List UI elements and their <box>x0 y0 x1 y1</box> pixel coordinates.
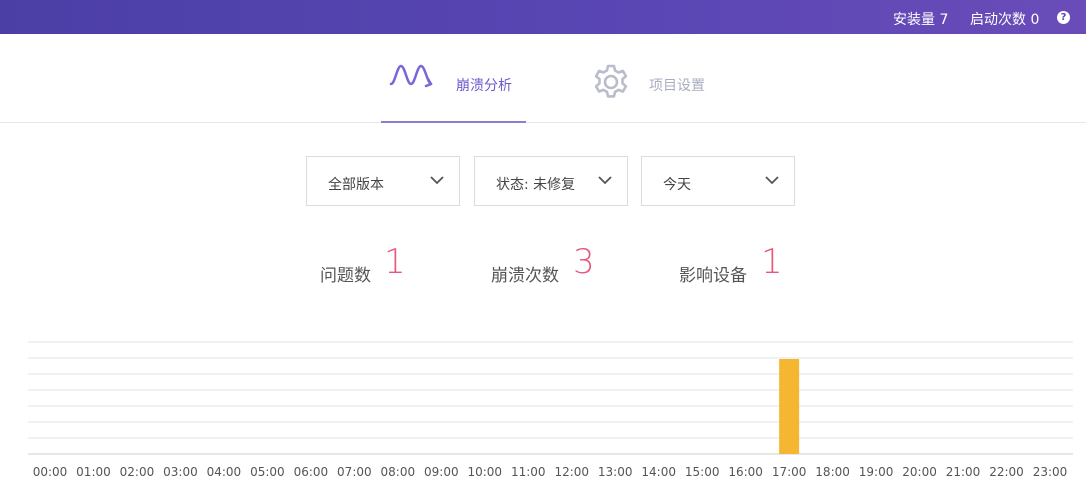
metric-label: 影响设备 <box>679 266 747 286</box>
metric-value: 1 <box>384 242 406 282</box>
x-tick-label: 12:00 <box>554 465 589 479</box>
x-tick-label: 14:00 <box>641 465 676 479</box>
x-tick-label: 04:00 <box>207 465 242 479</box>
x-tick-label: 15:00 <box>685 465 720 479</box>
x-tick-label: 17:00 <box>772 465 807 479</box>
metric-value: 3 <box>573 242 595 282</box>
tab-bar: 崩溃分析 项目设置 <box>0 34 1086 123</box>
gear-icon <box>592 63 630 105</box>
x-tick-label: 07:00 <box>337 465 372 479</box>
install-count: 安装量 7 <box>893 12 949 28</box>
version-select-value: 全部版本 <box>328 177 384 193</box>
crash-wave-icon <box>389 62 433 96</box>
metric-value: 1 <box>761 242 783 282</box>
x-tick-label: 21:00 <box>946 465 981 479</box>
chevron-down-icon <box>597 174 613 190</box>
x-tick-label: 09:00 <box>424 465 459 479</box>
x-tick-label: 16:00 <box>728 465 763 479</box>
x-tick-label: 03:00 <box>163 465 198 479</box>
period-select-value: 今天 <box>663 177 691 193</box>
help-icon[interactable]: ? <box>1057 11 1070 24</box>
metric-label: 崩溃次数 <box>491 266 559 286</box>
launch-count: 启动次数 0 <box>970 12 1040 28</box>
tab-crash-analysis[interactable]: 崩溃分析 <box>381 34 526 123</box>
x-tick-label: 20:00 <box>902 465 937 479</box>
x-tick-label: 18:00 <box>815 465 850 479</box>
crash-chart: 00:00 01:00 02:00 03:00 04:00 05:00 06:00 07:00… <box>0 330 1086 481</box>
period-select[interactable]: 今天 <box>641 156 795 206</box>
x-tick-label: 23:00 <box>1033 465 1068 479</box>
x-tick-label: 08:00 <box>381 465 416 479</box>
x-tick-label: 01:00 <box>76 465 111 479</box>
x-tick-label: 11:00 <box>511 465 546 479</box>
x-tick-label: 22:00 <box>989 465 1024 479</box>
top-bar: 安装量 7 启动次数 0 ? <box>0 0 1086 34</box>
status-select-value: 状态: 未修复 <box>496 177 576 193</box>
metric-label: 问题数 <box>320 266 371 286</box>
chevron-down-icon <box>429 174 445 190</box>
tab-label: 崩溃分析 <box>456 78 512 94</box>
x-tick-label: 19:00 <box>859 465 894 479</box>
chevron-down-icon <box>764 174 780 190</box>
tab-label: 项目设置 <box>649 78 705 94</box>
x-tick-label: 06:00 <box>294 465 329 479</box>
x-tick-label: 05:00 <box>250 465 285 479</box>
x-tick-label: 10:00 <box>467 465 502 479</box>
x-tick-label: 02:00 <box>120 465 155 479</box>
chart-bar[interactable] <box>779 359 800 454</box>
status-select[interactable]: 状态: 未修复 <box>474 156 628 206</box>
version-select[interactable]: 全部版本 <box>306 156 460 206</box>
x-tick-label: 13:00 <box>598 465 633 479</box>
active-tab-underline <box>381 121 526 123</box>
crash-chart-svg: 00:00 01:00 02:00 03:00 04:00 05:00 06:00 07:00… <box>28 341 1073 479</box>
tab-project-settings[interactable]: 项目设置 <box>592 34 722 122</box>
x-tick-label: 00:00 <box>33 465 68 479</box>
